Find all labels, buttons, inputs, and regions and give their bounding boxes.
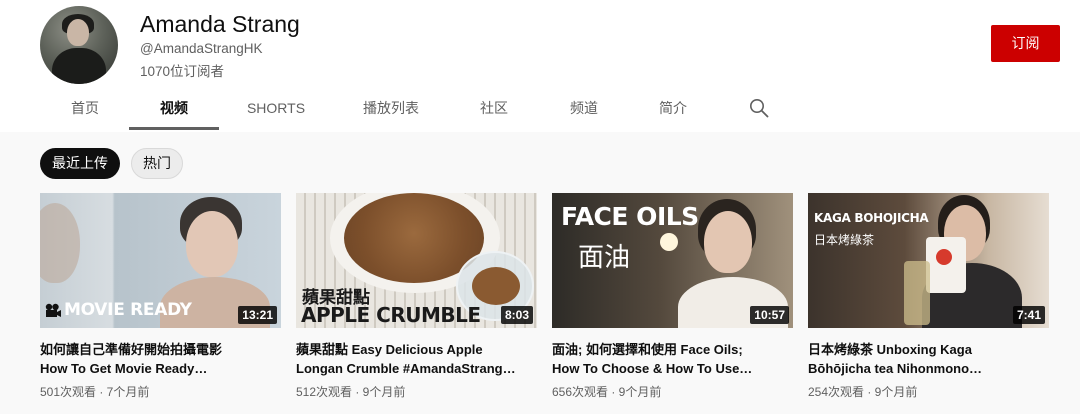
video-meta: 512次观看 · 9个月前: [296, 385, 406, 399]
thumb-title-text: FACE OILS: [561, 202, 699, 231]
channel-name: Amanda Strang: [140, 11, 300, 37]
search-icon[interactable]: [749, 98, 769, 118]
thumb-blurred-face: [40, 203, 80, 283]
thumb-title-text: KAGA BOHOJICHA: [814, 211, 929, 225]
video-meta: 501次观看 · 7个月前: [40, 385, 150, 399]
active-tab-indicator: [129, 127, 219, 130]
video-meta: 656次观看 · 9个月前: [552, 385, 662, 399]
thumb-person-face: [704, 211, 752, 273]
video-title-line: 面油; 如何選擇和使用 Face Oils;: [552, 342, 743, 357]
subscriber-count: 1070位订阅者: [140, 64, 225, 79]
video-card[interactable]: FACE OILS 面油 10:57 面油; 如何選擇和使用 Face Oils…: [552, 193, 793, 400]
video-title-line: 日本烤綠茶 Unboxing Kaga: [808, 342, 972, 357]
thumb-title-text-cn: 日本烤綠茶: [814, 233, 875, 247]
thumb-tea-glass: [904, 261, 930, 325]
video-duration: 10:57: [750, 306, 789, 324]
tab-about[interactable]: 简介: [645, 86, 701, 130]
video-title-line: 如何讓自己準備好開始拍攝電影: [40, 342, 223, 357]
video-meta: 254次观看 · 9个月前: [808, 385, 918, 399]
video-thumbnail[interactable]: KAGA BOHOJICHA 日本烤綠茶 7:41: [808, 193, 1049, 328]
tab-playlists[interactable]: 播放列表: [350, 86, 432, 130]
channel-header: Amanda Strang @AmandaStrangHK 1070位订阅者 订…: [0, 0, 1080, 132]
subscribe-button[interactable]: 订阅: [991, 25, 1060, 62]
video-title-line: Longan Crumble #AmandaStrang…: [296, 361, 516, 376]
thumb-title-text-cn: 面油: [578, 243, 631, 273]
tab-channels[interactable]: 频道: [556, 86, 612, 130]
video-title[interactable]: 面油; 如何選擇和使用 Face Oils; How To Choose & H…: [552, 340, 793, 378]
thumb-title-text: MOVIE READY: [64, 300, 192, 320]
tab-home[interactable]: 首页: [58, 86, 112, 130]
video-thumbnail[interactable]: 蘋果甜點 APPLE CRUMBLE 8:03: [296, 193, 537, 328]
movie-camera-icon: [45, 303, 61, 317]
channel-tabs: 首页 视频 SHORTS 播放列表 社区 频道 简介: [0, 86, 1080, 132]
video-title[interactable]: 日本烤綠茶 Unboxing Kaga Bōhōjicha tea Nihonm…: [808, 340, 1049, 378]
thumb-light: [660, 233, 678, 251]
video-title-line: 蘋果甜點 Easy Delicious Apple: [296, 342, 483, 357]
filter-chip-popular[interactable]: 热门: [131, 148, 183, 179]
tab-shorts[interactable]: SHORTS: [236, 86, 316, 130]
thumb-bowl-crumble: [472, 267, 520, 305]
channel-handle: @AmandaStrangHK: [140, 41, 263, 56]
tab-community[interactable]: 社区: [466, 86, 522, 130]
video-title-line: How To Choose & How To Use…: [552, 361, 753, 376]
avatar-face: [67, 19, 89, 46]
video-thumbnail[interactable]: MOVIE READY 13:21: [40, 193, 281, 328]
video-duration: 7:41: [1012, 306, 1045, 324]
thumb-tea-box-logo: [936, 249, 952, 265]
video-duration: 13:21: [238, 306, 277, 324]
thumb-tea-box: [926, 237, 966, 293]
video-card[interactable]: MOVIE READY 13:21 如何讓自己準備好開始拍攝電影 How To …: [40, 193, 281, 400]
video-card[interactable]: 蘋果甜點 APPLE CRUMBLE 8:03 蘋果甜點 Easy Delici…: [296, 193, 537, 400]
avatar-body: [52, 48, 106, 84]
video-card[interactable]: KAGA BOHOJICHA 日本烤綠茶 7:41 日本烤綠茶 Unboxing…: [808, 193, 1049, 400]
video-title[interactable]: 如何讓自己準備好開始拍攝電影 How To Get Movie Ready…: [40, 340, 281, 378]
thumb-title-text: APPLE CRUMBLE: [301, 303, 481, 327]
video-title-line: How To Get Movie Ready…: [40, 361, 208, 376]
video-thumbnail[interactable]: FACE OILS 面油 10:57: [552, 193, 793, 328]
tab-videos[interactable]: 视频: [129, 86, 219, 130]
filter-chip-latest[interactable]: 最近上传: [40, 148, 120, 179]
thumb-person-face: [186, 211, 238, 277]
channel-avatar[interactable]: [40, 6, 118, 84]
video-duration: 8:03: [500, 306, 533, 324]
videos-grid-area: 最近上传 热门 MOVIE READY 13:21 如何讓自己準備好開始拍攝電影…: [0, 132, 1080, 414]
video-title-line: Bōhōjicha tea Nihonmono…: [808, 361, 983, 376]
video-title[interactable]: 蘋果甜點 Easy Delicious Apple Longan Crumble…: [296, 340, 537, 378]
